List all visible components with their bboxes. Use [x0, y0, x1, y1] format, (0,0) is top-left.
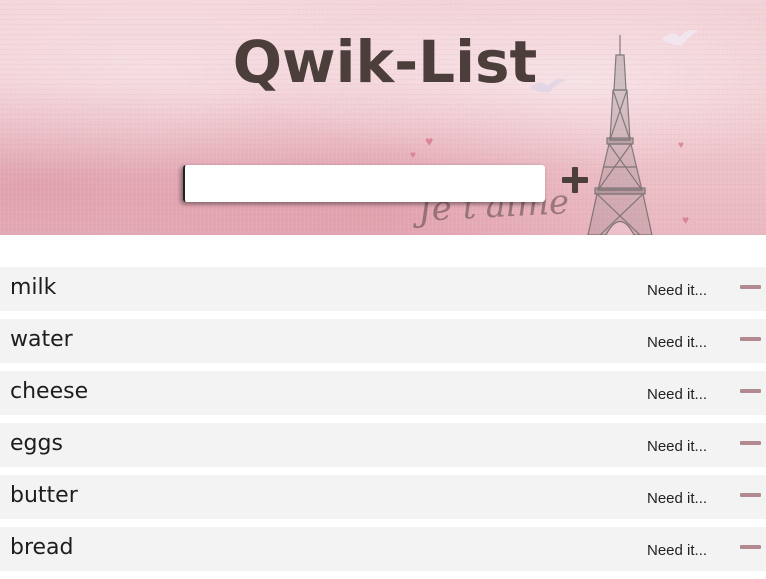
list-item[interactable]: bread Need it...: [0, 527, 766, 571]
list-item[interactable]: milk Need it...: [0, 267, 766, 311]
list-item[interactable]: butter Need it...: [0, 475, 766, 519]
heart-decoration: ♥: [425, 133, 434, 149]
header-banner: ♥ ♥ ♥ ♥ Je t'aime Qwik-List: [0, 0, 766, 235]
item-status[interactable]: Need it...: [647, 438, 707, 455]
item-status[interactable]: Need it...: [647, 386, 707, 403]
list-item[interactable]: cheese Need it...: [0, 371, 766, 415]
heart-decoration: ♥: [682, 213, 690, 227]
heart-decoration: ♥: [410, 150, 416, 161]
new-item-input[interactable]: [183, 165, 545, 202]
item-status[interactable]: Need it...: [647, 282, 707, 299]
list-item[interactable]: eggs Need it...: [0, 423, 766, 467]
remove-item-button[interactable]: [738, 333, 762, 345]
item-status[interactable]: Need it...: [647, 334, 707, 351]
shopping-list: milk Need it... water Need it... cheese …: [0, 267, 766, 579]
remove-item-button[interactable]: [738, 541, 762, 553]
item-status[interactable]: Need it...: [647, 490, 707, 507]
heart-decoration: ♥: [678, 140, 684, 151]
item-name: eggs: [10, 431, 63, 456]
app-title: Qwik-List: [232, 28, 538, 96]
item-name: bread: [10, 535, 74, 560]
add-item-button[interactable]: [558, 162, 592, 198]
item-name: milk: [10, 275, 57, 300]
item-name: butter: [10, 483, 78, 508]
item-name: water: [10, 327, 73, 352]
remove-item-button[interactable]: [738, 437, 762, 449]
item-status[interactable]: Need it...: [647, 542, 707, 559]
add-item-form: [183, 165, 588, 202]
list-item[interactable]: water Need it...: [0, 319, 766, 363]
remove-item-button[interactable]: [738, 281, 762, 293]
remove-item-button[interactable]: [738, 385, 762, 397]
remove-item-button[interactable]: [738, 489, 762, 501]
item-name: cheese: [10, 379, 89, 404]
